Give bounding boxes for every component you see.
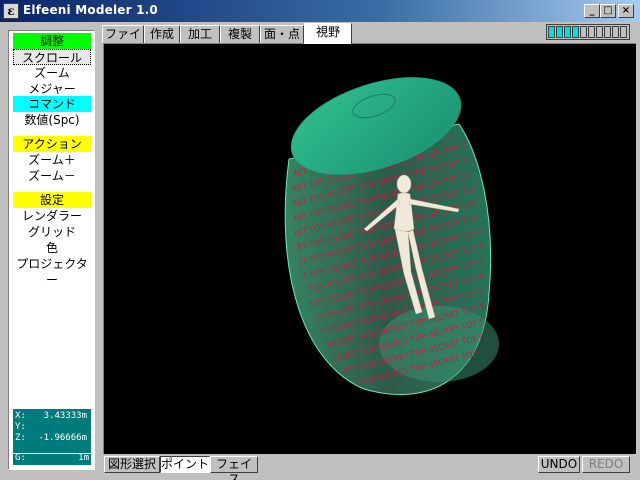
zoom-menu-item[interactable]: ズーム xyxy=(13,65,91,81)
viewport-canvas: SECRET TOP SECRET TOP SECRET TOP SECRET … xyxy=(284,77,499,395)
undo-button[interactable]: UNDO xyxy=(538,456,580,473)
action-header: アクション xyxy=(13,136,91,152)
tab-view[interactable]: 視野 xyxy=(304,23,352,44)
close-button[interactable]: × xyxy=(618,4,634,18)
command-header: コマンド xyxy=(13,96,91,112)
settings-header: 設定 xyxy=(13,192,91,208)
indicator-cell xyxy=(548,26,555,38)
color-menu-item[interactable]: 色 xyxy=(13,240,91,256)
renderer-menu-item[interactable]: レンダラー xyxy=(13,208,91,224)
minimize-button[interactable]: _ xyxy=(584,4,600,18)
tab-duplicate[interactable]: 複製 xyxy=(220,25,260,43)
title-bar: ε Elfeeni Modeler 1.0 _ □ × xyxy=(0,0,640,22)
x-value: 3.43333m xyxy=(43,411,87,421)
g-label: G: xyxy=(15,453,26,463)
indicator-cell xyxy=(564,26,571,38)
status-indicator xyxy=(546,24,630,40)
window-title: Elfeeni Modeler 1.0 xyxy=(23,3,158,17)
coordinate-divider xyxy=(13,453,91,454)
zoom-in-menu-item[interactable]: ズーム＋ xyxy=(13,152,91,168)
indicator-cell xyxy=(580,26,587,38)
left-menu-panel: 調整 スクロール ズーム メジャー コマンド 数値(Spc) アクション ズーム… xyxy=(8,30,95,470)
3d-viewport[interactable]: SECRET TOP SECRET TOP SECRET TOP SECRET … xyxy=(103,43,636,454)
indicator-cell xyxy=(604,26,611,38)
indicator-cell xyxy=(556,26,563,38)
redo-button[interactable]: REDO xyxy=(582,456,630,473)
indicator-cell xyxy=(596,26,603,38)
x-label: X: xyxy=(15,411,26,421)
z-value: -1.96666m xyxy=(38,433,87,443)
z-label: Z: xyxy=(15,433,26,443)
tab-create[interactable]: 作成 xyxy=(144,25,180,43)
measure-menu-item[interactable]: メジャー xyxy=(13,81,91,97)
tab-face-point[interactable]: 面・点 xyxy=(260,25,304,43)
indicator-cell xyxy=(572,26,579,38)
indicator-cell xyxy=(620,26,627,38)
projector-menu-item[interactable]: プロジェクター xyxy=(13,256,91,287)
point-mode-button[interactable]: ポイント xyxy=(160,456,210,473)
adjust-header: 調整 xyxy=(13,33,91,49)
face-mode-button[interactable]: フェイス xyxy=(210,456,258,480)
grid-menu-item[interactable]: グリッド xyxy=(13,224,91,240)
maximize-button[interactable]: □ xyxy=(600,4,616,18)
coordinate-readout: X: 3.43333m Y: Z: -1.96666m G: 1m xyxy=(13,409,91,465)
numeric-menu-item[interactable]: 数値(Spc) xyxy=(13,112,91,128)
indicator-cell xyxy=(612,26,619,38)
select-shape-button[interactable]: 図形選択 xyxy=(104,456,160,473)
g-value: 1m xyxy=(78,453,89,463)
tab-file[interactable]: ファイル xyxy=(102,25,144,57)
app-icon[interactable]: ε xyxy=(3,3,19,19)
y-label: Y: xyxy=(15,422,26,432)
zoom-out-menu-item[interactable]: ズーム－ xyxy=(13,168,91,184)
tab-process[interactable]: 加工 xyxy=(180,25,220,43)
indicator-cell xyxy=(588,26,595,38)
scroll-menu-item[interactable]: スクロール xyxy=(13,49,91,65)
